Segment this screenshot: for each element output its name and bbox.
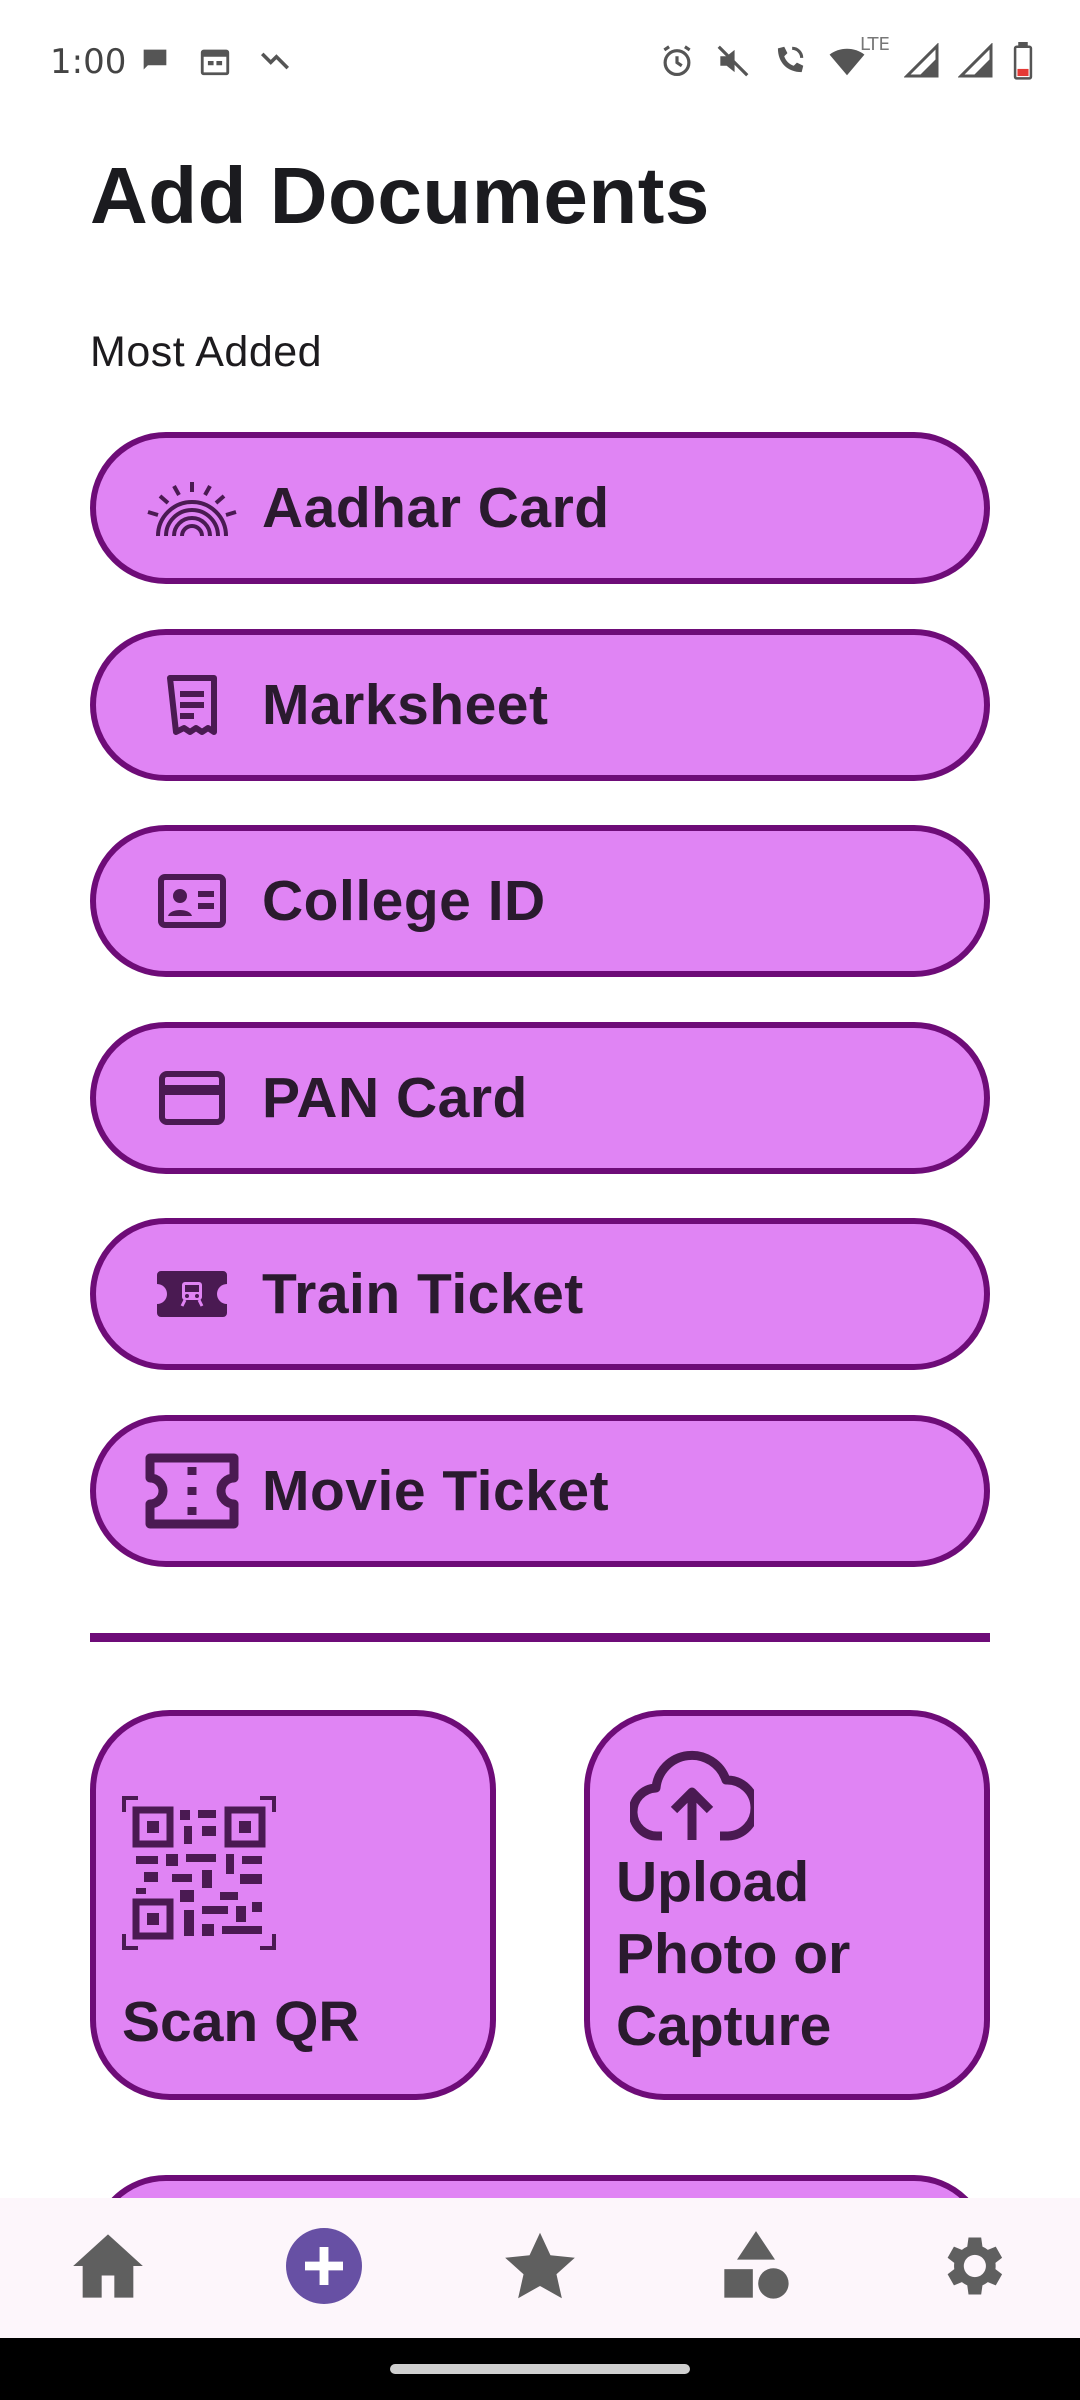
doc-label: PAN Card [262,1065,528,1130]
missed-call-icon [258,44,292,78]
bottom-navigation [0,2198,1080,2338]
signal-icon [904,43,940,79]
scan-qr-label: Scan QR [122,1990,360,2054]
marksheet-button[interactable]: Marksheet [90,628,990,781]
home-icon [70,2230,146,2307]
section-label-most-added: Most Added [90,328,323,376]
scan-qr-button[interactable]: Scan QR [90,1710,496,2100]
star-icon [502,2229,578,2308]
receipt-icon [142,665,242,745]
nav-add-document[interactable] [276,2220,372,2316]
status-time: 1:00 [50,42,127,82]
lte-label: LTE [860,34,890,55]
add-documents-screen: 1:00 LTE Add Documents Most Added Aadhar… [0,0,1080,2400]
section-divider [90,1633,990,1642]
credit-card-icon [142,1058,242,1138]
status-bar: 1:00 LTE [0,0,1080,126]
doc-label: Marksheet [262,672,549,737]
battery-icon [1012,42,1034,80]
status-notification-icons [138,44,292,78]
doc-label: College ID [262,869,546,933]
alarm-icon [658,42,696,80]
nav-settings[interactable] [924,2220,1020,2316]
movie-ticket-button[interactable]: Movie Ticket [90,1414,990,1567]
upload-photo-button[interactable]: Upload Photo or Capture [584,1710,990,2100]
ticket-icon [142,1451,242,1531]
qr-code-icon [122,1796,276,1955]
most-added-list: Aadhar Card Marksheet College ID PAN Car… [90,432,990,1611]
nav-home[interactable] [60,2220,156,2316]
upload-photo-label: Upload Photo or Capture [616,1850,851,2058]
train-ticket-icon [142,1254,242,1334]
signal-icon [958,43,994,79]
nav-categories[interactable] [708,2220,804,2316]
settings-icon [934,2228,1010,2309]
system-gesture-bar [0,2338,1080,2400]
wifi-calling-icon [770,42,808,80]
fingerprint-icon [142,468,242,548]
wifi-icon: LTE [826,34,890,80]
doc-label: Train Ticket [262,1262,584,1326]
pan-card-button[interactable]: PAN Card [90,1021,990,1174]
category-icon [718,2228,794,2309]
nav-favorites[interactable] [492,2220,588,2316]
mute-icon [714,42,752,80]
chat-bubble-icon [138,44,172,78]
calendar-icon [198,44,232,78]
page-title: Add Documents [90,151,710,240]
doc-label: Movie Ticket [262,1458,610,1523]
aadhar-card-button[interactable]: Aadhar Card [90,432,990,584]
status-system-icons: LTE [658,34,1034,80]
home-gesture-handle[interactable] [390,2364,690,2374]
doc-label: Aadhar Card [262,476,610,540]
id-card-icon [142,861,242,941]
cloud-upload-icon [628,1750,760,1847]
college-id-button[interactable]: College ID [90,825,990,977]
add-circle-icon [286,2227,362,2309]
train-ticket-button[interactable]: Train Ticket [90,1218,990,1370]
